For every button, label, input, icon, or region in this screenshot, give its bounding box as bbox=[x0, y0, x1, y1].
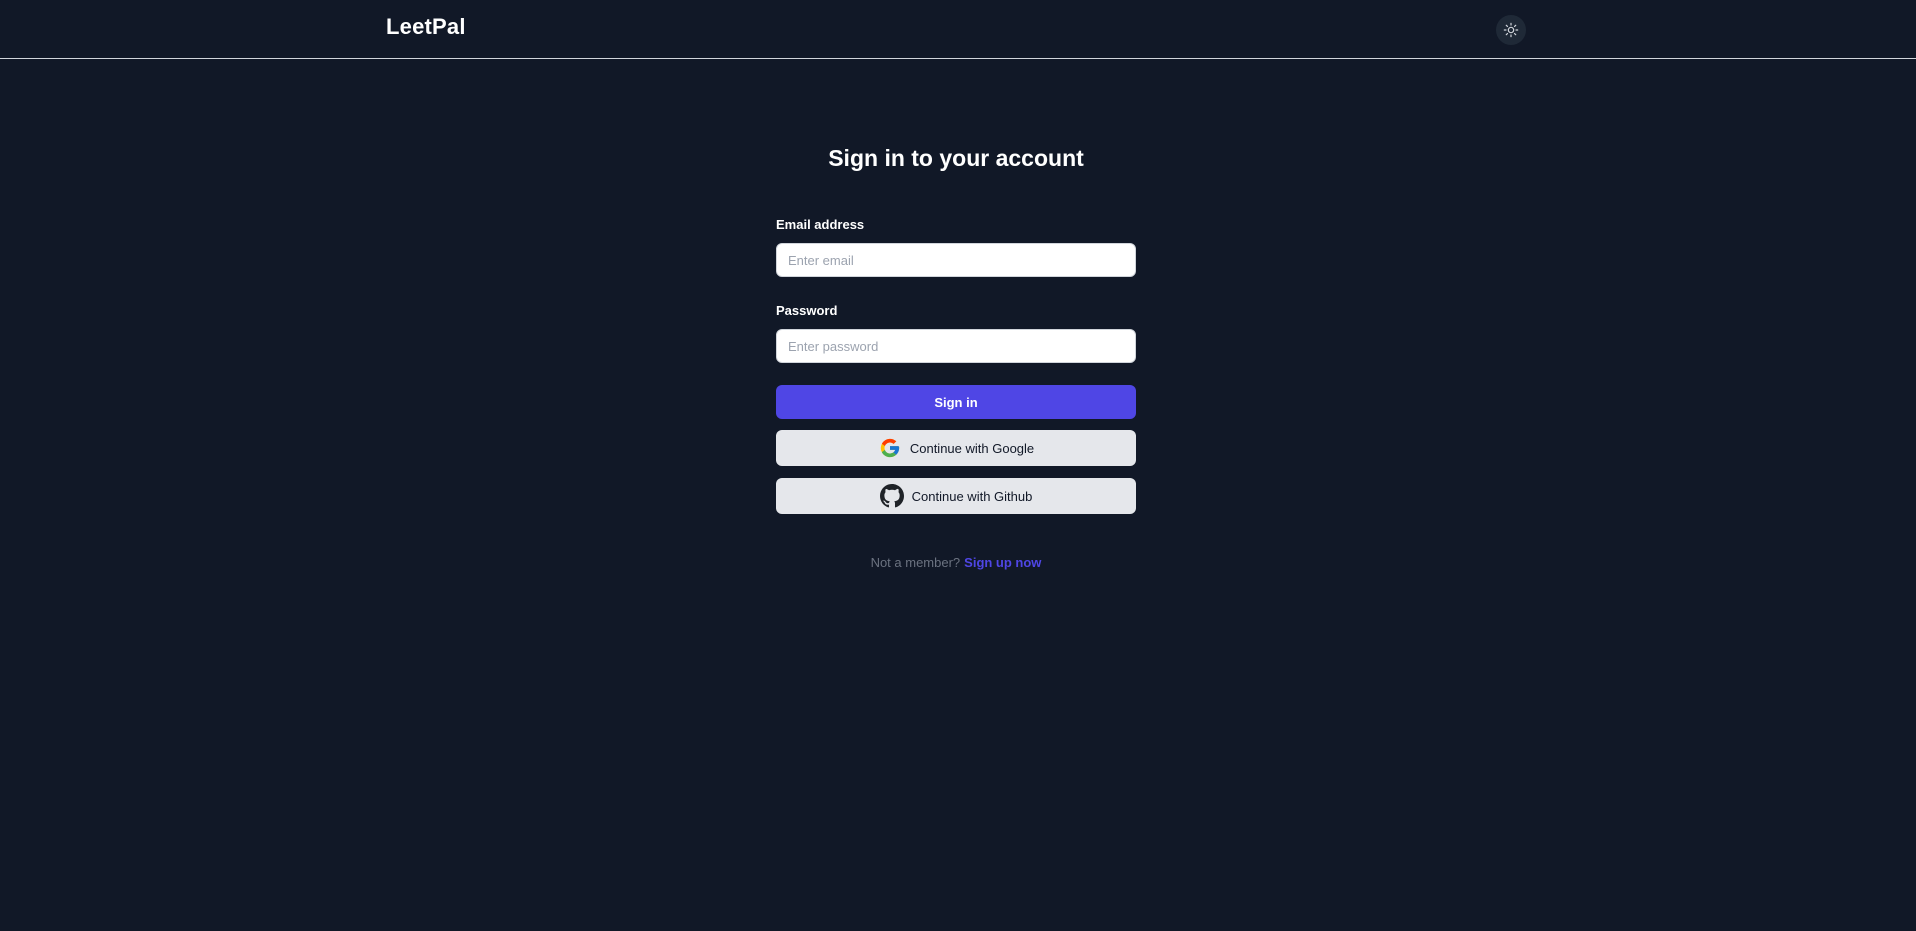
github-button-label: Continue with Github bbox=[911, 488, 1033, 504]
sign-in-button[interactable]: Sign in bbox=[776, 385, 1136, 419]
theme-toggle-button[interactable] bbox=[1496, 15, 1526, 45]
sign-in-button-label: Sign in bbox=[934, 394, 978, 410]
github-icon bbox=[879, 484, 904, 508]
page-title: Sign in to your account bbox=[828, 145, 1084, 171]
google-icon bbox=[878, 436, 902, 460]
password-label: Password bbox=[776, 303, 838, 318]
sun-icon bbox=[1503, 22, 1519, 38]
continue-with-github-button[interactable]: Continue with Github bbox=[776, 478, 1136, 514]
signup-prompt-text: Not a member? bbox=[870, 555, 961, 570]
google-button-label: Continue with Google bbox=[909, 440, 1035, 456]
signup-prompt: Not a member? Sign up now bbox=[776, 555, 1136, 570]
continue-with-google-button[interactable]: Continue with Google bbox=[776, 430, 1136, 466]
password-field[interactable] bbox=[776, 329, 1136, 363]
brand-logo[interactable]: LeetPal bbox=[386, 14, 466, 40]
top-navbar: LeetPal bbox=[0, 0, 1916, 59]
sign-up-link[interactable]: Sign up now bbox=[964, 555, 1041, 570]
email-field[interactable] bbox=[776, 243, 1136, 277]
email-label: Email address bbox=[776, 217, 865, 232]
